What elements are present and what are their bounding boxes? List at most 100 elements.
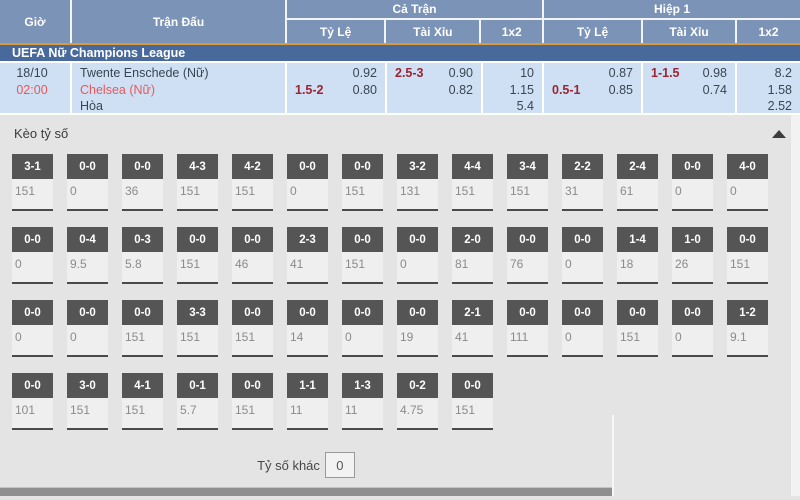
full-over-odds[interactable]: 0.90 [449, 65, 473, 82]
score-label: 0-0 [507, 227, 548, 252]
score-cell[interactable]: 2-341 [287, 227, 328, 284]
column-header-time: Giờ [0, 0, 72, 43]
score-label: 2-1 [452, 300, 493, 325]
score-cell[interactable]: 0-24.75 [397, 373, 438, 430]
score-cell[interactable]: 2-461 [617, 154, 658, 211]
half-1x2-draw-odds[interactable]: 2.52 [768, 98, 792, 115]
score-odds: 101 [12, 398, 53, 417]
half-under-odds[interactable]: 0.74 [703, 82, 727, 99]
score-odds: 14 [287, 325, 328, 344]
content-divider [612, 415, 614, 496]
half-1x2-away-odds[interactable]: 1.58 [768, 82, 792, 99]
full-handicap-away-odds[interactable]: 0.80 [353, 82, 377, 99]
full-under-odds[interactable]: 0.82 [449, 82, 473, 99]
score-cell[interactable]: 0-019 [397, 300, 438, 357]
score-cell[interactable]: 4-3151 [177, 154, 218, 211]
score-cell[interactable]: 4-4151 [452, 154, 493, 211]
score-cell[interactable]: 4-2151 [232, 154, 273, 211]
score-cell[interactable]: 0-00 [672, 300, 713, 357]
score-cell[interactable]: 0-00 [67, 300, 108, 357]
half-1x2-cell: 8.2 1.58 2.52 [737, 63, 800, 113]
score-label: 1-3 [342, 373, 383, 398]
score-label: 0-0 [342, 227, 383, 252]
home-team-name[interactable]: Twente Enschede (Nữ) [80, 65, 277, 82]
score-cell[interactable]: 3-2131 [397, 154, 438, 211]
match-date: 18/10 [0, 65, 64, 82]
half-overunder-line: 1-1.5 [651, 65, 680, 82]
score-cell[interactable]: 0-00 [12, 227, 53, 284]
full-1x2-draw-odds[interactable]: 5.4 [517, 98, 534, 115]
score-cell[interactable]: 0-036 [122, 154, 163, 211]
score-cell[interactable]: 2-231 [562, 154, 603, 211]
score-odds: 131 [397, 179, 438, 198]
full-handicap-home-odds[interactable]: 0.92 [353, 65, 377, 82]
score-cell[interactable]: 0-00 [67, 154, 108, 211]
score-cell[interactable]: 0-49.5 [67, 227, 108, 284]
away-team-name[interactable]: Chelsea (Nữ) [80, 82, 277, 99]
match-teams-cell: Twente Enschede (Nữ) Chelsea (Nữ) Hòa [72, 63, 287, 113]
vertical-scrollbar-track[interactable] [791, 115, 800, 496]
score-label: 0-0 [12, 227, 53, 252]
horizontal-scrollbar[interactable] [0, 487, 612, 496]
score-cell[interactable]: 0-0151 [452, 373, 493, 430]
score-cell[interactable]: 1-311 [342, 373, 383, 430]
score-cell[interactable]: 0-0101 [12, 373, 53, 430]
score-odds: 41 [287, 252, 328, 271]
score-odds: 41 [452, 325, 493, 344]
score-cell[interactable]: 1-026 [672, 227, 713, 284]
correct-score-grid: 3-11510-000-0364-31514-21510-000-01513-2… [12, 154, 800, 430]
full-1x2-home-odds[interactable]: 10 [520, 65, 534, 82]
score-label: 0-0 [562, 227, 603, 252]
score-cell[interactable]: 0-00 [562, 227, 603, 284]
score-cell[interactable]: 3-3151 [177, 300, 218, 357]
score-odds: 151 [452, 179, 493, 198]
score-cell[interactable]: 0-076 [507, 227, 548, 284]
score-cell[interactable]: 0-00 [397, 227, 438, 284]
score-cell[interactable]: 0-00 [342, 300, 383, 357]
score-odds: 19 [397, 325, 438, 344]
score-cell[interactable]: 0-0151 [232, 300, 273, 357]
score-cell[interactable]: 0-0151 [342, 227, 383, 284]
score-label: 1-2 [727, 300, 768, 325]
score-cell[interactable]: 0-046 [232, 227, 273, 284]
score-cell[interactable]: 3-1151 [12, 154, 53, 211]
score-cell[interactable]: 0-0151 [727, 227, 768, 284]
score-cell[interactable]: 1-29.1 [727, 300, 768, 357]
score-cell[interactable]: 0-00 [562, 300, 603, 357]
score-odds: 0 [67, 179, 108, 198]
score-cell[interactable]: 0-00 [287, 154, 328, 211]
match-kickoff-time: 02:00 [0, 82, 64, 99]
score-cell[interactable]: 2-141 [452, 300, 493, 357]
score-cell[interactable]: 0-35.8 [122, 227, 163, 284]
score-cell[interactable]: 4-1151 [122, 373, 163, 430]
score-cell[interactable]: 1-111 [287, 373, 328, 430]
score-label: 0-0 [67, 154, 108, 179]
score-cell[interactable]: 0-0151 [122, 300, 163, 357]
score-cell[interactable]: 0-014 [287, 300, 328, 357]
full-1x2-away-odds[interactable]: 1.15 [510, 82, 534, 99]
score-cell[interactable]: 0-0151 [342, 154, 383, 211]
score-cell[interactable]: 3-4151 [507, 154, 548, 211]
score-cell[interactable]: 0-00 [12, 300, 53, 357]
score-odds: 11 [342, 398, 383, 417]
score-cell[interactable]: 2-081 [452, 227, 493, 284]
other-score-odds-box[interactable]: 0 [325, 452, 355, 478]
score-cell[interactable]: 0-0111 [507, 300, 548, 357]
score-label: 4-2 [232, 154, 273, 179]
half-over-odds[interactable]: 0.98 [703, 65, 727, 82]
score-cell[interactable]: 0-0151 [177, 227, 218, 284]
half-handicap-away-odds[interactable]: 0.85 [609, 82, 633, 99]
score-odds: 151 [177, 252, 218, 271]
subheader-full-1x2: 1x2 [481, 20, 542, 43]
score-cell[interactable]: 3-0151 [67, 373, 108, 430]
half-1x2-home-odds[interactable]: 8.2 [775, 65, 792, 82]
score-cell[interactable]: 4-00 [727, 154, 768, 211]
score-cell[interactable]: 0-0151 [617, 300, 658, 357]
score-cell[interactable]: 0-00 [672, 154, 713, 211]
score-cell[interactable]: 1-418 [617, 227, 658, 284]
score-cell[interactable]: 0-15.7 [177, 373, 218, 430]
half-handicap-home-odds[interactable]: 0.87 [609, 65, 633, 82]
score-cell[interactable]: 0-0151 [232, 373, 273, 430]
collapse-up-icon[interactable] [772, 130, 786, 138]
score-odds: 151 [177, 179, 218, 198]
